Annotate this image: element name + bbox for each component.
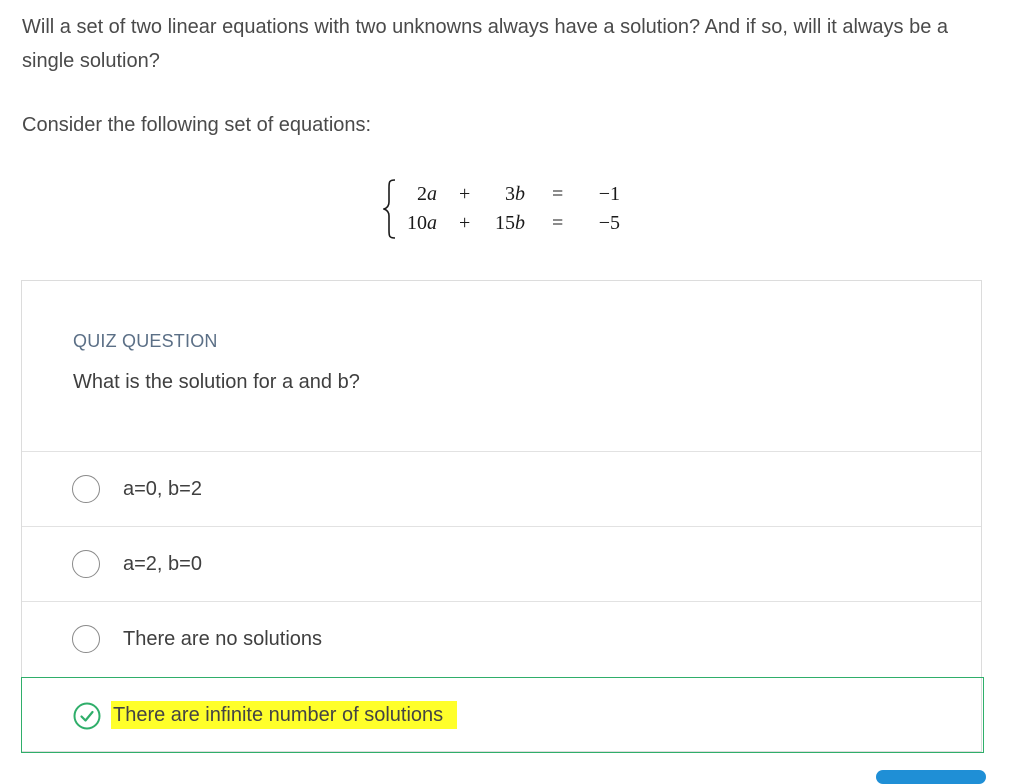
quiz-option-3[interactable]: There are no solutions	[22, 601, 981, 675]
equation-term-a: 10a	[407, 212, 437, 234]
plus-operator: +	[459, 183, 471, 205]
quiz-question: What is the solution for a and b?	[73, 371, 360, 393]
quiz-label: QUIZ QUESTION	[73, 331, 218, 351]
equation-term-b: 3b	[505, 183, 525, 205]
quiz-option-2[interactable]: a=2, b=0	[22, 526, 981, 600]
option-label: a=0, b=2	[123, 478, 202, 500]
intro-text: Will a set of two linear equations with …	[22, 16, 949, 72]
radio-button[interactable]	[72, 625, 100, 653]
option-label: There are infinite number of solutions	[111, 701, 458, 729]
consider-text: Consider the following set of equations:	[22, 114, 372, 136]
option-label: a=2, b=0	[123, 553, 202, 575]
equation-term-b: 15b	[495, 212, 525, 234]
option-label: There are no solutions	[123, 628, 323, 650]
quiz-option-4-correct[interactable]: There are infinite number of solutions	[21, 677, 984, 753]
radio-button[interactable]	[72, 475, 100, 503]
equation-value: −1	[598, 183, 620, 205]
quiz-card: QUIZ QUESTION What is the solution for a…	[21, 280, 984, 753]
continue-button[interactable]	[876, 770, 986, 784]
quiz-option-1[interactable]: a=0, b=2	[22, 451, 981, 525]
check-circle-icon[interactable]	[73, 702, 101, 730]
plus-operator: +	[459, 212, 471, 234]
equals-sign: =	[552, 183, 564, 205]
equals-sign: =	[552, 212, 564, 234]
radio-button[interactable]	[72, 550, 100, 578]
equation-term-a: 2a	[417, 183, 437, 205]
equation-value: −5	[598, 212, 620, 234]
